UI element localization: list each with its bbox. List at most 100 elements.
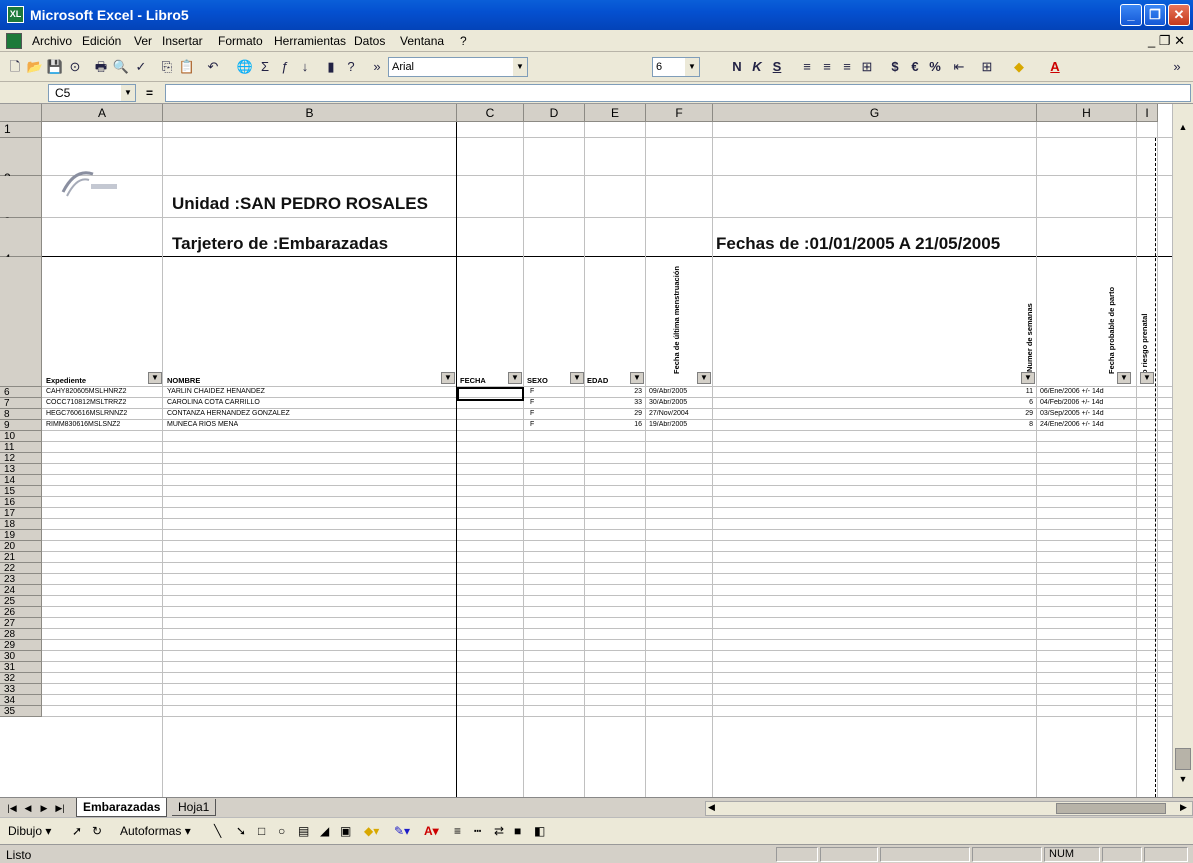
fill-color-icon[interactable]: ◆ [1010,58,1028,76]
scroll-left-icon[interactable]: ◀ [708,802,715,813]
italic-button[interactable]: K [748,58,766,76]
row-header[interactable]: 31 [0,662,42,673]
wordart-icon[interactable]: ◢ [320,824,329,838]
column-header[interactable]: B [163,104,457,122]
row-header[interactable]: 1 [0,122,42,138]
row-header[interactable]: 15 [0,486,42,497]
cell-semanas[interactable]: 6 [713,399,1033,406]
row-header[interactable]: 11 [0,442,42,453]
align-center-icon[interactable]: ≡ [818,58,836,76]
row-header[interactable]: 12 [0,453,42,464]
row-header[interactable]: 5 [0,257,42,442]
filter-nombre-button[interactable]: ▼ [441,372,455,384]
cell-expediente[interactable]: CAHY820605MSLHNRZ2 [46,388,127,395]
vertical-scrollbar[interactable]: ▲ ▼ [1172,104,1193,797]
row-header[interactable]: 33 [0,684,42,695]
cell-edad[interactable]: 33 [585,399,642,406]
filter-expediente-button[interactable]: ▼ [148,372,162,384]
row-header[interactable]: 6 [0,387,42,398]
cell-edad[interactable]: 23 [585,388,642,395]
font-color-icon[interactable]: A [1046,58,1064,76]
next-sheet-icon[interactable]: ▶ [38,801,50,815]
select-all-corner[interactable] [0,104,42,122]
3d-icon[interactable]: ◧ [534,824,545,838]
worksheet-grid[interactable]: ABCDEFGHI 123456789101112131415161718192… [0,104,1193,797]
row-header[interactable]: 25 [0,596,42,607]
menu-herramientas[interactable]: Herramientas [274,34,346,48]
copy-icon[interactable]: ⎘ [158,58,176,76]
column-header[interactable]: F [646,104,713,122]
cell-edad[interactable]: 29 [585,410,642,417]
scroll-thumb[interactable] [1175,748,1191,770]
select-objects-icon[interactable]: ➚ [72,824,82,838]
cell-edad[interactable]: 16 [585,421,642,428]
first-sheet-icon[interactable]: |◀ [6,801,18,815]
percent-button[interactable]: % [926,58,944,76]
row-header[interactable]: 17 [0,508,42,519]
dash-style-icon[interactable]: ┅ [474,824,481,838]
row-header[interactable]: 16 [0,497,42,508]
cell-fpp[interactable]: 24/Ene/2006 +/- 14d [1040,421,1104,428]
scroll-right-icon[interactable]: ▶ [1180,802,1187,813]
menu-ver[interactable]: Ver [134,34,152,48]
print-icon[interactable]: 🖶 [92,58,110,76]
workbook-icon[interactable] [6,33,22,49]
row-header[interactable]: 30 [0,651,42,662]
permission-icon[interactable]: ⊙ [66,58,84,76]
paste-icon[interactable]: 📋 [178,58,196,76]
rotate-icon[interactable]: ↻ [92,824,102,838]
autoformas-menu[interactable]: Autoformas ▾ [120,824,191,838]
new-icon[interactable]: 🗋 [6,58,24,76]
chart-wizard-icon[interactable]: ▮ [322,58,340,76]
column-header[interactable]: D [524,104,585,122]
font-size-select[interactable]: 6 ▼ [652,57,700,77]
align-left-icon[interactable]: ≡ [798,58,816,76]
row-header[interactable]: 10 [0,431,42,442]
filter-fecha-button[interactable]: ▼ [508,372,522,384]
cell-expediente[interactable]: HEGC760616MSLRNNZ2 [46,410,127,417]
cell-nombre[interactable]: CAROLINA COTA CARRILLO [167,399,260,406]
line-style-icon[interactable]: ≡ [454,824,461,838]
close-button[interactable]: ✕ [1168,4,1190,26]
row-header[interactable]: 21 [0,552,42,563]
cell-fum[interactable]: 30/Abr/2005 [649,399,687,406]
underline-button[interactable]: S [768,58,786,76]
maximize-button[interactable]: ❐ [1144,4,1166,26]
print-preview-icon[interactable]: 🔍 [112,58,130,76]
open-icon[interactable]: 📂 [26,58,44,76]
hyperlink-icon[interactable]: 🌐 [236,58,254,76]
cell-nombre[interactable]: MUÑECA RIOS MENA [167,421,238,428]
borders-icon[interactable]: ⊞ [978,58,996,76]
filter-riesgo-button[interactable]: ▼ [1140,372,1154,384]
menu-archivo[interactable]: Archivo [32,34,72,48]
filter-fum-button[interactable]: ▼ [697,372,711,384]
prev-sheet-icon[interactable]: ◀ [22,801,34,815]
row-header[interactable]: 22 [0,563,42,574]
cell-sexo[interactable]: F [530,421,534,428]
help-icon[interactable]: ? [342,58,360,76]
row-header[interactable]: 14 [0,475,42,486]
tab-embarazadas[interactable]: Embarazadas [76,798,168,817]
cell-expediente[interactable]: COCC710812MSLTRRZ2 [46,399,126,406]
sort-ascending-icon[interactable]: ↓ [296,58,314,76]
cell-fpp[interactable]: 03/Sep/2005 +/- 14d [1040,410,1104,417]
undo-icon[interactable]: ↶ [204,58,222,76]
row-header[interactable]: 27 [0,618,42,629]
function-icon[interactable]: ƒ [276,58,294,76]
row-header[interactable]: 29 [0,640,42,651]
row-header[interactable]: 3 [0,176,42,229]
fill-color-draw-icon[interactable]: ◆▾ [364,824,379,838]
textbox-icon[interactable]: ▤ [298,824,309,838]
row-header[interactable]: 34 [0,695,42,706]
dibujo-menu[interactable]: Dibujo ▾ [8,824,51,838]
row-header[interactable]: 9 [0,420,42,431]
align-right-icon[interactable]: ≡ [838,58,856,76]
toolbar-more-icon[interactable]: » [1168,58,1186,76]
row-header[interactable]: 7 [0,398,42,409]
menu-ventana[interactable]: Ventana [400,34,444,48]
column-header[interactable]: C [457,104,524,122]
cell-semanas[interactable]: 29 [713,410,1033,417]
currency-button[interactable]: $ [886,58,904,76]
excel-app-icon[interactable]: XL [7,6,24,23]
filter-semanas-button[interactable]: ▼ [1021,372,1035,384]
